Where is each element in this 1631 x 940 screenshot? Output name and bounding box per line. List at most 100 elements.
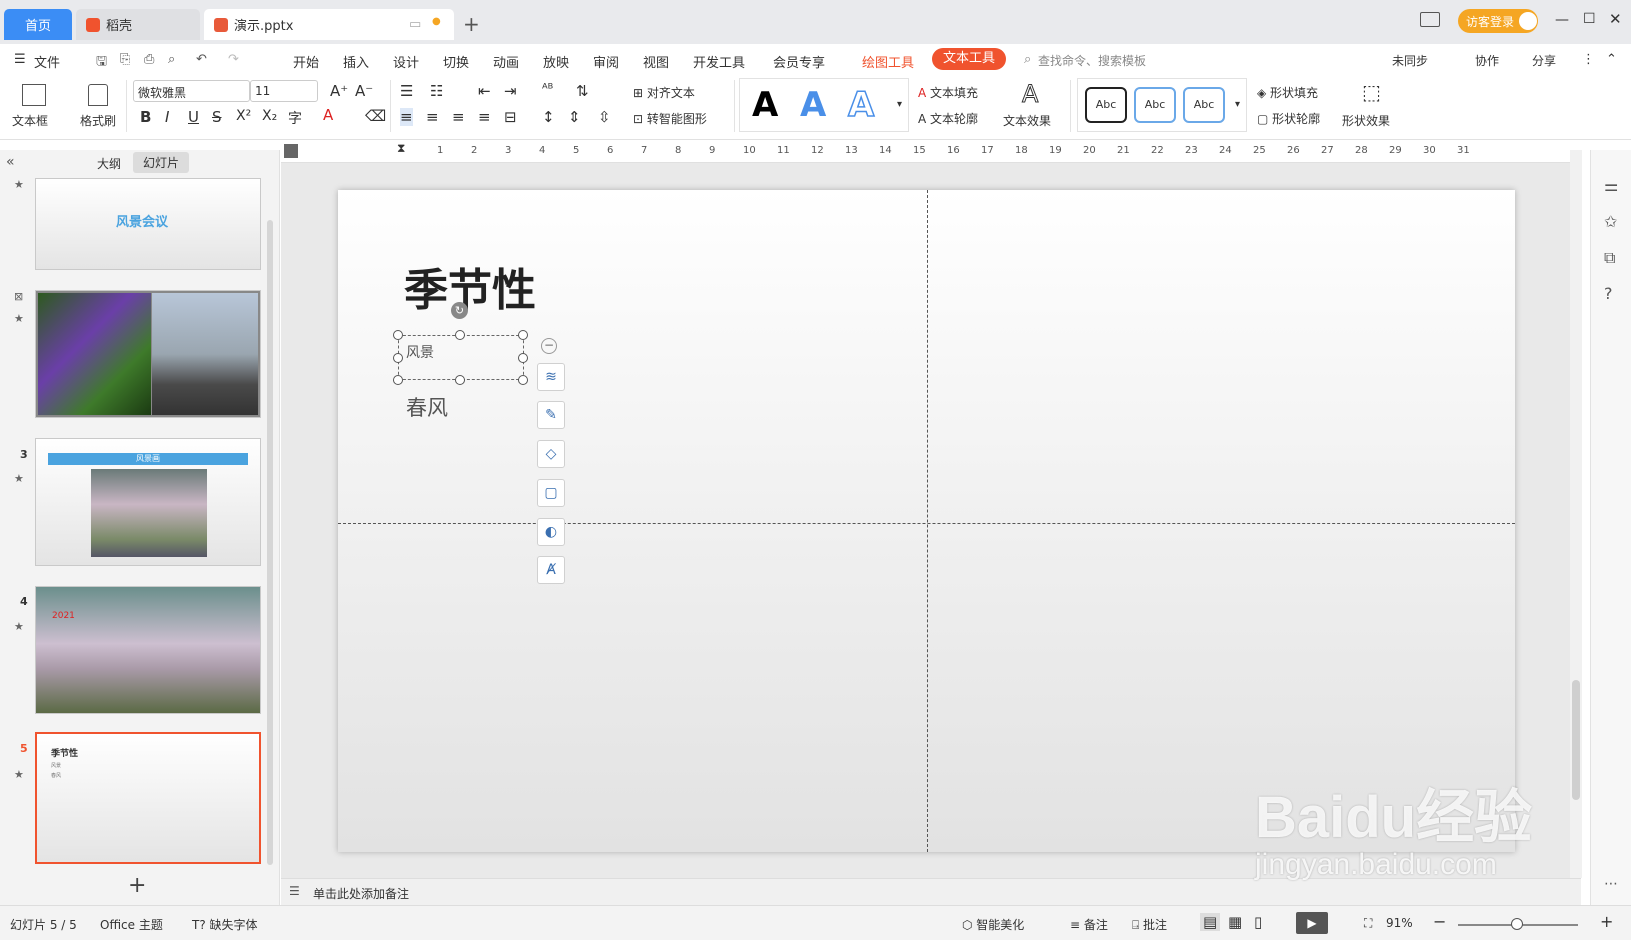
tab-stop-icon[interactable] [284, 144, 298, 158]
slide-thumb-5[interactable]: 季节性 风景 春风 [35, 732, 261, 864]
tab-home[interactable]: 首页 [4, 9, 72, 40]
format-painter-icon[interactable] [88, 84, 108, 106]
collab-button[interactable]: 协作 [1475, 52, 1499, 69]
menu-text-tools[interactable]: 文本工具 [932, 48, 1006, 70]
smart-shape-button[interactable]: ⊡ 转智能图形 [633, 110, 707, 127]
strike-button[interactable]: S [212, 108, 222, 126]
resize-handle[interactable] [455, 330, 465, 340]
zoom-level[interactable]: 91% [1386, 916, 1413, 930]
menu-item-8[interactable]: 开发工具 [693, 52, 745, 71]
collapse-panel-icon[interactable]: « [6, 154, 15, 170]
text-fill-button[interactable]: A 文本填充 [918, 84, 978, 101]
textbox-button[interactable]: 文本框 [12, 112, 48, 129]
slide-thumb-2[interactable] [35, 290, 261, 418]
play-icon[interactable]: ▶ [1296, 912, 1328, 934]
para-spacing-icon[interactable]: ⇕ [568, 108, 581, 126]
number-list-icon[interactable]: ☷ [430, 82, 443, 100]
menu-item-2[interactable]: 设计 [393, 52, 419, 71]
resize-handle[interactable] [393, 330, 403, 340]
collapse-toolbar-icon[interactable]: − [541, 338, 557, 354]
tab-daoke[interactable]: 稻壳 [76, 9, 200, 40]
slide-thumb-1[interactable]: 风景会议 [35, 178, 261, 270]
export-icon[interactable]: ⎘ [120, 52, 130, 67]
zoom-slider-thumb[interactable] [1511, 918, 1523, 930]
distribute-icon[interactable]: ⊟ [504, 108, 517, 126]
layout-icon[interactable] [1420, 12, 1440, 27]
normal-view-icon[interactable]: ▤ [1200, 913, 1221, 931]
vertical-guide[interactable] [927, 190, 928, 852]
wordart-black[interactable]: A [752, 85, 778, 125]
zoom-out-icon[interactable]: − [1433, 912, 1446, 931]
tab-outline[interactable]: 大纲 [97, 155, 121, 172]
indent-icon[interactable]: ⇥ [504, 82, 517, 100]
menu-item-9[interactable]: 会员专享 [773, 52, 825, 71]
resize-handle[interactable] [518, 375, 528, 385]
superscript-button[interactable]: X² [236, 108, 251, 124]
print-icon[interactable]: ⎙ [144, 52, 154, 67]
more-dots-icon[interactable]: ⋯ [1604, 876, 1618, 892]
menu-item-6[interactable]: 审阅 [593, 52, 619, 71]
text-effect-icon[interactable]: A [1021, 80, 1038, 109]
slide-thumb-3[interactable]: 风景画 [35, 438, 261, 566]
undo-icon[interactable]: ↶ [196, 52, 207, 67]
resize-handle[interactable] [518, 330, 528, 340]
maximize-icon[interactable]: ☐ [1583, 11, 1596, 27]
align-right-icon[interactable]: ≡ [452, 108, 465, 126]
comment-toggle[interactable]: ⍈ 批注 [1132, 916, 1167, 933]
fit-icon[interactable]: ⛶ [1364, 916, 1372, 931]
align-center-icon[interactable]: ≡ [426, 108, 439, 126]
outline-style-icon[interactable]: ▢ [537, 479, 565, 507]
shrink-font-icon[interactable]: A⁻ [355, 82, 373, 100]
menu-file[interactable]: 文件 [34, 52, 60, 71]
underline-button[interactable]: U [188, 108, 199, 126]
text-outline-button[interactable]: A 文本轮廓 [918, 110, 978, 127]
window-icon[interactable]: ▭ [409, 17, 421, 32]
menu-draw-tools[interactable]: 绘图工具 [862, 52, 914, 71]
resize-handle[interactable] [455, 375, 465, 385]
reading-view-icon[interactable]: ▯ [1254, 913, 1262, 931]
panel-scrollbar[interactable] [267, 220, 273, 865]
shape-effect-button[interactable]: 形状效果 [1342, 112, 1390, 129]
text-layout-icon[interactable]: Ⱥ [537, 556, 565, 584]
wordart-blue[interactable]: A [800, 85, 826, 125]
bullet-list-icon[interactable]: ☰ [400, 82, 413, 100]
text-direction-icon[interactable]: ᴬᴮ [542, 82, 553, 97]
notes-placeholder[interactable]: 单击此处添加备注 [313, 885, 409, 902]
sync-status[interactable]: 未同步 [1392, 52, 1428, 69]
outdent-icon[interactable]: ⇤ [478, 82, 491, 100]
help-icon[interactable]: ? [1604, 284, 1613, 303]
textbox-icon[interactable] [22, 84, 46, 106]
resize-handle[interactable] [393, 353, 403, 363]
gallery-more-icon[interactable]: ▾ [897, 99, 902, 110]
notes-toggle[interactable]: ≡ 备注 [1070, 916, 1108, 933]
shape-style-2[interactable]: Abc [1134, 87, 1176, 123]
missing-font-button[interactable]: T? 缺失字体 [192, 916, 258, 933]
shape-effect-icon[interactable]: ⬚ [1362, 80, 1381, 104]
canvas-scrollbar[interactable] [1570, 150, 1582, 878]
menu-item-0[interactable]: 开始 [293, 52, 319, 71]
slide-title[interactable]: 季节性 [404, 254, 536, 318]
format-painter-button[interactable]: 格式刷 [80, 112, 116, 129]
bold-button[interactable]: B [140, 108, 151, 126]
sort-icon[interactable]: ⇅ [576, 82, 589, 100]
menu-item-7[interactable]: 视图 [643, 52, 669, 71]
zoom-in-icon[interactable]: + [1600, 912, 1613, 931]
minimize-icon[interactable]: — [1555, 12, 1569, 28]
resize-handle[interactable] [393, 375, 403, 385]
theme-name[interactable]: Office 主题 [100, 916, 163, 933]
menu-item-4[interactable]: 动画 [493, 52, 519, 71]
rotate-handle-icon[interactable]: ↻ [451, 302, 468, 319]
slide-text-2[interactable]: 春风 [406, 392, 448, 422]
lightbulb-icon[interactable]: ◐ [537, 518, 565, 546]
grow-font-icon[interactable]: A⁺ [330, 82, 348, 100]
sorter-view-icon[interactable]: ▦ [1228, 913, 1242, 931]
slide-canvas[interactable]: 季节性 风景 春风 [338, 190, 1515, 852]
phonetic-icon[interactable]: 字 [288, 108, 302, 128]
menu-item-5[interactable]: 放映 [543, 52, 569, 71]
close-icon[interactable]: ✕ [1609, 10, 1622, 28]
line-spacing-icon[interactable]: ↕ [542, 108, 555, 126]
shape-style-1[interactable]: Abc [1085, 87, 1127, 123]
more-icon[interactable]: ⋮ [1582, 52, 1595, 67]
align-text-button[interactable]: ⊞ 对齐文本 [633, 84, 695, 101]
layer-icon[interactable]: ≋ [537, 363, 565, 391]
